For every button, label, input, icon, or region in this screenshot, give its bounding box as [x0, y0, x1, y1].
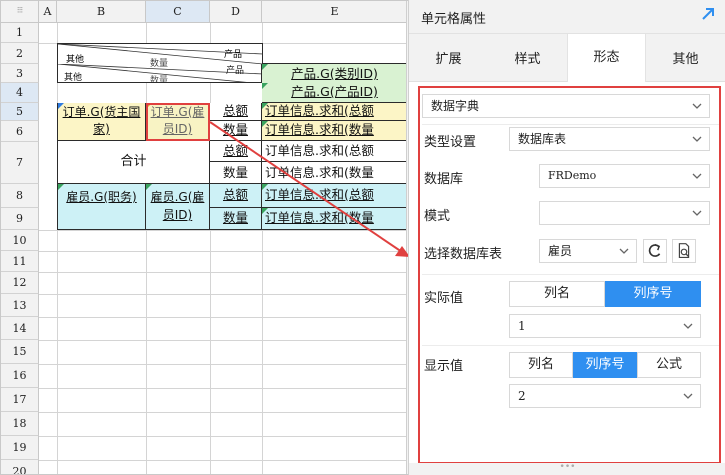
row-header-3[interactable]: 3 [1, 64, 39, 83]
row-header-11[interactable]: 11 [1, 251, 39, 272]
slash-header-top: 产品 其他 数量 [57, 43, 263, 69]
row-header-5[interactable]: 5 [1, 103, 39, 121]
chevron-down-icon [692, 103, 702, 109]
cell-c8[interactable]: 雇员.G(雇员ID) [146, 184, 210, 230]
row-header-6[interactable]: 6 [1, 121, 39, 142]
column-header-e[interactable]: E [262, 1, 408, 23]
tab-style[interactable]: 样式 [488, 48, 567, 67]
cell-d5[interactable]: 数量 [210, 121, 262, 141]
display-option-formula[interactable]: 公式 [637, 352, 701, 378]
chevron-down-icon [683, 323, 693, 329]
row-header-1[interactable]: 1 [1, 23, 39, 43]
row-header-19[interactable]: 19 [1, 436, 39, 460]
divider [422, 274, 719, 275]
row-header-12[interactable]: 12 [1, 272, 39, 294]
cell-e5[interactable]: 订单信息.求和(数量 [262, 121, 408, 141]
display-option-colname[interactable]: 列名 [509, 352, 573, 378]
display-option-colindex[interactable]: 列序号 [573, 352, 637, 378]
column-header-b[interactable]: B [57, 1, 146, 23]
row-header-14[interactable]: 14 [1, 317, 39, 340]
row-header-9[interactable]: 9 [1, 208, 39, 230]
panel-title: 单元格属性 [421, 12, 487, 27]
selected-cell-outline [146, 103, 210, 141]
actual-option-colindex[interactable]: 列序号 [605, 281, 701, 307]
cell-d8[interactable]: 总额 [210, 184, 262, 208]
preview-table-button[interactable] [672, 239, 696, 263]
schema-label: 模式 [424, 209, 451, 224]
column-header-a[interactable]: A [39, 1, 57, 23]
tab-form[interactable]: 形态 [567, 34, 646, 82]
cell-b6-total[interactable]: 合计 [57, 141, 210, 184]
panel-resize-grip[interactable]: ••• [409, 463, 725, 475]
column-header-c[interactable]: C [146, 1, 210, 23]
cell-properties-panel: 单元格属性 扩展 样式 形态 其他 数据字典 类型设置 数据库表 数据库 FRD… [408, 0, 725, 475]
slash-top-label-product: 产品 [224, 50, 243, 60]
display-value-select[interactable]: 2 [509, 384, 701, 408]
preview-icon [678, 243, 690, 259]
divider [422, 124, 719, 125]
tab-other[interactable]: 其他 [646, 48, 725, 67]
chevron-down-icon [692, 210, 702, 216]
slash-label-other: 其他 [64, 73, 83, 83]
panel-header: 单元格属性 [409, 0, 725, 34]
select-all-corner[interactable]: ⁝⁝⁝ [1, 1, 39, 23]
refresh-button[interactable] [643, 239, 667, 263]
column-header-d[interactable]: D [210, 1, 262, 23]
row-header-16[interactable]: 16 [1, 364, 39, 388]
actual-option-colname[interactable]: 列名 [509, 281, 605, 307]
cell-d4[interactable]: 总额 [210, 103, 262, 121]
type-setting-label: 类型设置 [424, 135, 477, 150]
cell-e7[interactable]: 订单信息.求和(数量 [262, 162, 408, 184]
database-label: 数据库 [424, 172, 464, 187]
type-setting-select[interactable]: 数据库表 [509, 127, 710, 151]
table-select[interactable]: 雇员 [539, 239, 637, 263]
row-header-15[interactable]: 15 [1, 340, 39, 364]
slash-label-qty: 数量 [150, 76, 169, 83]
row-header-18[interactable]: 18 [1, 412, 39, 436]
row-header-13[interactable]: 13 [1, 294, 39, 317]
schema-select[interactable] [539, 201, 710, 225]
chevron-down-icon [683, 393, 693, 399]
refresh-icon [648, 243, 661, 257]
row-header-20[interactable]: 20 [1, 460, 39, 474]
row-header-4[interactable]: 4 [1, 83, 39, 103]
row-header-2[interactable]: 2 [1, 43, 39, 64]
slash-top-label-other: 其他 [66, 55, 85, 65]
spreadsheet[interactable]: ⁝⁝⁝ A B C D E 1 2 3 4 5 6 7 8 9 10 11 12… [0, 0, 409, 475]
actual-value-label: 实际值 [424, 291, 464, 306]
cell-d7[interactable]: 数量 [210, 162, 262, 184]
chevron-down-icon [692, 173, 702, 179]
cell-d9[interactable]: 数量 [210, 208, 262, 230]
display-value-label: 显示值 [424, 359, 464, 374]
actual-value-select[interactable]: 1 [509, 314, 701, 338]
cell-d6[interactable]: 总额 [210, 141, 262, 162]
database-select[interactable]: FRDemo [539, 164, 710, 188]
cell-e8[interactable]: 订单信息.求和(总额 [262, 184, 408, 208]
chevron-down-icon [692, 136, 702, 142]
divider [422, 345, 719, 346]
row-header-7[interactable]: 7 [1, 142, 39, 184]
cell-e4[interactable]: 订单信息.求和(总额 [262, 103, 408, 121]
row-header-8[interactable]: 8 [1, 184, 39, 208]
tab-expand[interactable]: 扩展 [409, 48, 488, 67]
cell-b4[interactable]: 订单.G(货主国家) [57, 103, 146, 141]
cell-e9[interactable]: 订单信息.求和(数量 [262, 208, 408, 230]
panel-tabs: 扩展 样式 形态 其他 [409, 34, 725, 82]
expand-arrow-icon[interactable] [700, 6, 716, 22]
slash-top-label-qty: 数量 [150, 59, 169, 69]
chevron-down-icon [619, 248, 629, 254]
form-type-select[interactable]: 数据字典 [422, 94, 710, 118]
row-header-10[interactable]: 10 [1, 230, 39, 251]
cell-e3[interactable]: 产品.G(产品ID) [262, 83, 408, 103]
cell-e6[interactable]: 订单信息.求和(总额 [262, 141, 408, 162]
select-table-label: 选择数据库表 [424, 247, 503, 262]
cell-b8[interactable]: 雇员.G(职务) [57, 184, 146, 230]
cell-e2[interactable]: 产品.G(类别ID) [262, 63, 408, 84]
row-header-17[interactable]: 17 [1, 388, 39, 412]
